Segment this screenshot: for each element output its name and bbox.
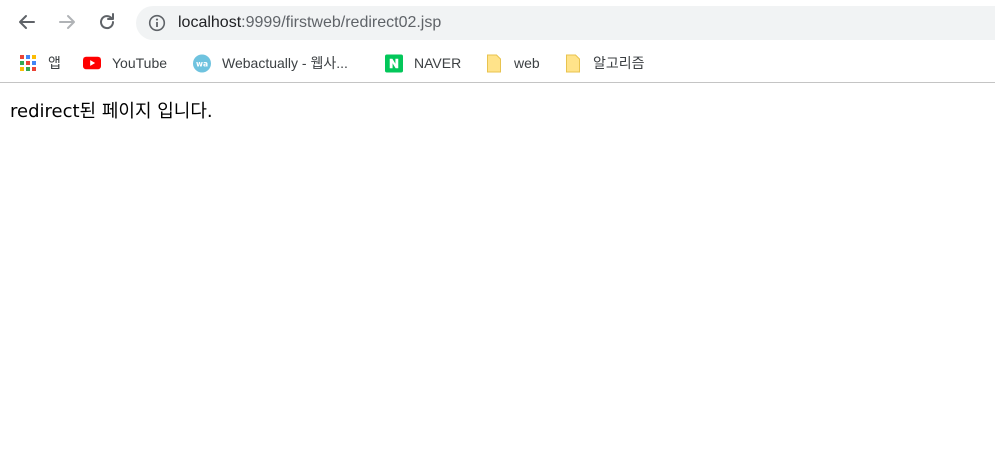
bookmarks-bar: 앱 YouTube wa Webactually - 웹사... NAVER w… — [0, 44, 995, 83]
address-url[interactable]: localhost:9999/firstweb/redirect02.jsp — [178, 14, 441, 32]
bookmark-label: 알고리즘 — [593, 55, 645, 71]
youtube-icon — [83, 54, 101, 72]
bookmark-folder-algorithm[interactable]: 알고리즘 — [564, 53, 645, 73]
bookmark-label: Webactually - 웹사... — [222, 55, 348, 71]
bookmark-label: YouTube — [112, 55, 168, 71]
svg-text:wa: wa — [196, 59, 208, 68]
bookmark-webactually[interactable]: wa Webactually - 웹사... — [193, 53, 348, 73]
bookmark-apps[interactable]: 앱 — [19, 53, 61, 73]
bookmark-naver[interactable]: NAVER — [385, 53, 461, 73]
browser-toolbar: localhost:9999/firstweb/redirect02.jsp — [0, 0, 995, 44]
bookmark-label: 앱 — [48, 55, 61, 71]
reload-button[interactable] — [93, 8, 121, 36]
arrow-right-icon — [59, 15, 75, 29]
bookmark-folder-web[interactable]: web — [485, 53, 540, 73]
folder-icon — [485, 54, 503, 72]
apps-grid-icon — [19, 54, 37, 72]
bookmark-label: web — [514, 55, 540, 71]
back-button[interactable] — [13, 8, 41, 36]
address-bar[interactable]: localhost:9999/firstweb/redirect02.jsp — [136, 6, 995, 40]
url-host: localhost — [178, 14, 242, 31]
url-path: :9999/firstweb/redirect02.jsp — [241, 14, 442, 31]
folder-icon — [564, 54, 582, 72]
bookmark-youtube[interactable]: YouTube — [83, 53, 167, 73]
page-body-text: redirect된 페이지 입니다. — [10, 101, 213, 122]
site-info-icon[interactable] — [148, 14, 166, 32]
bookmark-label: NAVER — [414, 55, 462, 71]
webactually-icon: wa — [193, 54, 211, 72]
reload-icon — [100, 13, 115, 30]
forward-button[interactable] — [53, 8, 81, 36]
naver-icon — [385, 54, 403, 72]
arrow-left-icon — [19, 15, 35, 29]
